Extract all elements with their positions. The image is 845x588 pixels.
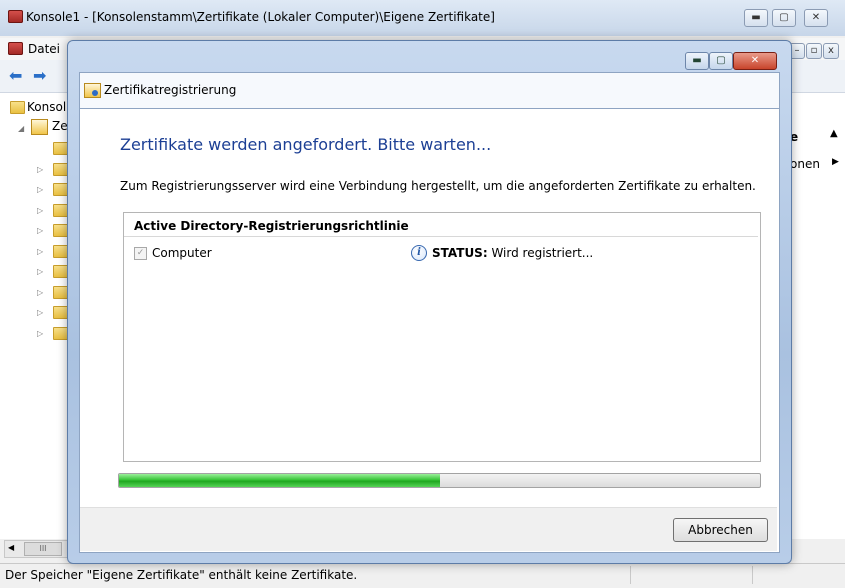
status-value: Wird registriert... [491, 246, 594, 260]
tree-expand-icon[interactable]: ▷ [37, 226, 43, 235]
mmc-app-icon [8, 10, 23, 23]
cancel-button[interactable]: Abbrechen [673, 518, 768, 542]
scroll-thumb[interactable]: III [24, 542, 62, 556]
back-arrow-icon[interactable]: ⬅ [9, 66, 22, 85]
tree-item-certificates[interactable]: Ze [52, 119, 68, 133]
page-heading: Zertifikate werden angefordert. Bitte wa… [120, 135, 492, 154]
progress-fill [119, 474, 440, 487]
actions-item[interactable]: onen [790, 157, 820, 171]
status-bar-text: Der Speicher "Eigene Zertifikate" enthäl… [5, 568, 358, 582]
submenu-arrow-icon[interactable]: ▶ [832, 157, 839, 167]
tree-expand-icon[interactable]: ▷ [37, 247, 43, 256]
progress-bar [118, 473, 761, 488]
mmc-menu-icon [8, 42, 23, 55]
folder-icon [53, 224, 68, 237]
tree-expand-icon[interactable]: ▷ [37, 165, 43, 174]
scroll-left-icon[interactable]: ◀ [8, 543, 14, 552]
folder-icon [53, 183, 68, 196]
folder-icon [53, 245, 68, 258]
tree-expand-icon[interactable]: ▷ [37, 288, 43, 297]
info-icon: i [411, 245, 427, 261]
tree-expand-icon[interactable]: ◢ [18, 124, 24, 133]
certificate-wizard-icon [84, 83, 101, 98]
forward-arrow-icon[interactable]: ➡ [33, 66, 46, 85]
list-divider [124, 236, 758, 237]
tree-expand-icon[interactable]: ▷ [37, 185, 43, 194]
tree-expand-icon[interactable]: ▷ [37, 308, 43, 317]
folder-icon [53, 327, 68, 340]
dialog-maximize-button[interactable]: ▢ [709, 52, 733, 70]
menu-datei[interactable]: Datei [28, 42, 60, 56]
folder-icon [53, 306, 68, 319]
certificate-store-icon [31, 119, 48, 135]
folder-icon [53, 286, 68, 299]
status-separator [630, 566, 631, 584]
dialog-close-button[interactable]: ✕ [733, 52, 777, 70]
mmc-window-title: Konsole1 - [Konsolenstamm\Zertifikate (L… [26, 10, 495, 24]
dialog-title: Zertifikatregistrierung [104, 83, 237, 97]
status-separator [752, 566, 753, 584]
enrollment-status: STATUS: Wird registriert... [432, 246, 593, 260]
mmc-inner-restore-button[interactable]: ▫ [806, 43, 822, 59]
page-description: Zum Registrierungsserver wird eine Verbi… [120, 179, 756, 193]
collapse-up-icon[interactable]: ▲ [830, 128, 838, 139]
folder-icon [53, 204, 68, 217]
folder-icon [53, 142, 68, 155]
mmc-minimize-button[interactable]: ▬ [744, 9, 768, 27]
computer-checkbox[interactable]: ✓ [134, 247, 147, 260]
mmc-close-button[interactable]: ✕ [804, 9, 828, 27]
tree-expand-icon[interactable]: ▷ [37, 206, 43, 215]
status-label: STATUS: [432, 246, 488, 260]
dialog-minimize-button[interactable]: ▬ [685, 52, 709, 70]
tree-item-root[interactable]: Konsol [27, 100, 66, 114]
tree-expand-icon[interactable]: ▷ [37, 329, 43, 338]
computer-label: Computer [152, 246, 212, 260]
tree-expand-icon[interactable]: ▷ [37, 267, 43, 276]
folder-icon [53, 265, 68, 278]
folder-icon [10, 101, 25, 114]
policy-header: Active Directory-Registrierungsrichtlini… [134, 219, 409, 233]
mmc-maximize-button[interactable]: ▢ [772, 9, 796, 27]
mmc-inner-close-button[interactable]: x [823, 43, 839, 59]
folder-icon [53, 163, 68, 176]
